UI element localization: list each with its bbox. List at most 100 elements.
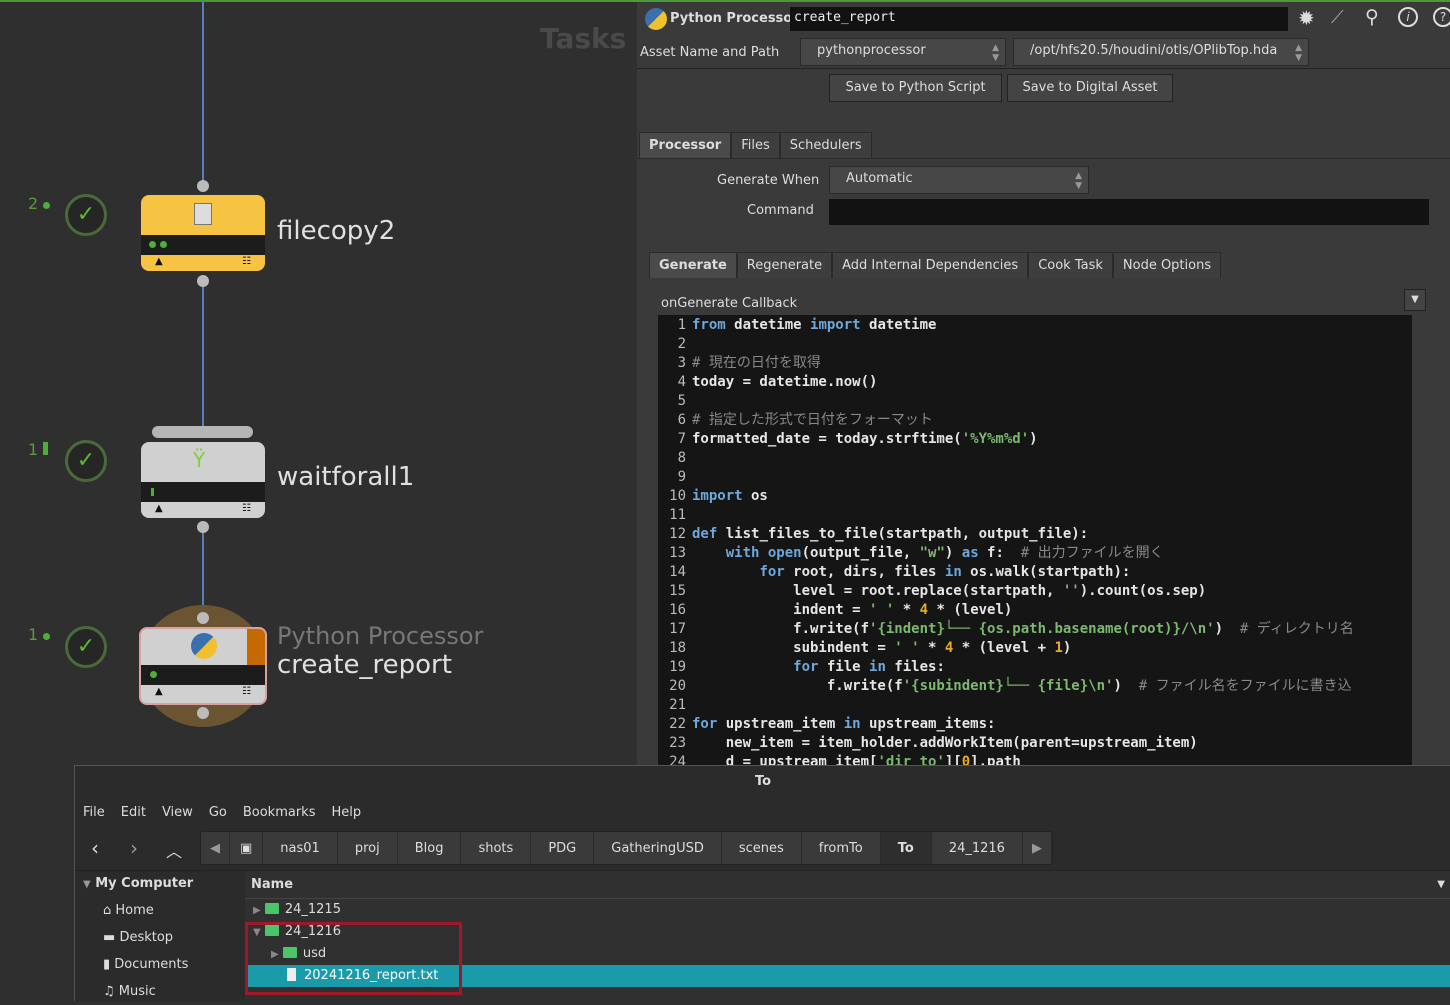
node-filecopy2[interactable]: ▲ ☷ [141, 195, 265, 271]
menu-bookmarks[interactable]: Bookmarks [243, 805, 316, 820]
breadcrumb-proj[interactable]: proj [337, 832, 398, 864]
asset-name-select[interactable]: pythonprocessor ▲ ▼ [800, 38, 1006, 66]
menu-view[interactable]: View [162, 805, 193, 820]
sidebar-item-documents[interactable]: ▮ Documents [83, 951, 243, 978]
save-python-script-button[interactable]: Save to Python Script [829, 74, 1002, 102]
code-line[interactable]: 17 f.write(f'{indent}└── {os.path.basena… [658, 620, 1412, 639]
node-label[interactable]: create_report [277, 650, 452, 680]
code-line[interactable]: 4 today = datetime.now() [658, 373, 1412, 392]
line-number: 1 [677, 317, 686, 333]
list-item[interactable]: ▶ 24_1215 [245, 899, 1450, 921]
breadcrumb-fromto[interactable]: fromTo [801, 832, 881, 864]
code-line[interactable]: 18 subindent = ' ' * 4 * (level + 1) [658, 639, 1412, 658]
wire [202, 2, 204, 182]
scroll-right-icon[interactable]: ▶ [1022, 832, 1052, 864]
code-text: for file in files: [793, 659, 945, 675]
output-port[interactable] [197, 707, 209, 719]
code-line[interactable]: 24 d = upstream_item['dir_to'][0].path [658, 753, 1412, 765]
tab-regenerate[interactable]: Regenerate [736, 252, 833, 278]
node-create-report[interactable]: ▲ ☷ [139, 627, 267, 705]
code-line[interactable]: 9 [658, 468, 1412, 487]
input-port[interactable] [197, 180, 209, 192]
node-name-input[interactable]: create_report [790, 7, 1288, 31]
node-type: Python Processor [670, 11, 799, 26]
callback-menu-button[interactable]: ▼ [1404, 289, 1426, 311]
code-line[interactable]: 6 # 指定した形式で日付をフォーマット [658, 411, 1412, 430]
node-waitforall1[interactable]: Ÿ ▲ ☷ [141, 442, 265, 518]
tab-files[interactable]: Files [731, 132, 780, 158]
sidebar-header[interactable]: ▼ My Computer [83, 870, 243, 897]
highlight-box [245, 922, 462, 995]
code-line[interactable]: 19 for file in files: [658, 658, 1412, 677]
menu-edit[interactable]: Edit [121, 805, 146, 820]
search-icon[interactable]: ⚲ [1365, 6, 1379, 28]
code-line[interactable]: 21 [658, 696, 1412, 715]
tab-node-options[interactable]: Node Options [1112, 252, 1222, 278]
code-text: with open(output_file, "w") as f: # 出力ファ… [725, 545, 1164, 561]
line-number: 20 [669, 678, 686, 694]
code-line[interactable]: 8 [658, 449, 1412, 468]
line-number: 10 [669, 488, 686, 504]
menu-help[interactable]: Help [331, 805, 361, 820]
tab-schedulers[interactable]: Schedulers [779, 132, 872, 158]
line-number: 7 [677, 431, 686, 447]
code-line[interactable]: 12 def list_files_to_file(startpath, outp… [658, 525, 1412, 544]
cooked-check-icon: ✓ [65, 194, 107, 236]
code-line[interactable]: 15 level = root.replace(startpath, '').c… [658, 582, 1412, 601]
tab-cook-task[interactable]: Cook Task [1028, 252, 1113, 278]
menu-file[interactable]: File [83, 805, 105, 820]
command-input[interactable] [829, 199, 1429, 225]
info-icon[interactable]: i [1398, 7, 1418, 27]
breadcrumb-pdg[interactable]: PDG [531, 832, 595, 864]
breadcrumb-scenes[interactable]: scenes [721, 832, 802, 864]
generate-when-select[interactable]: Automatic ▲ ▼ [829, 166, 1089, 194]
sidebar-item-desktop[interactable]: ▬ Desktop [83, 924, 243, 951]
breadcrumb-to[interactable]: To [880, 832, 932, 864]
python-icon[interactable] [645, 8, 667, 30]
code-line[interactable]: 3 # 現在の日付を取得 [658, 354, 1412, 373]
forward-icon[interactable]: › [130, 836, 138, 860]
node-label[interactable]: filecopy2 [277, 216, 395, 246]
code-line[interactable]: 5 [658, 392, 1412, 411]
code-line[interactable]: 20 f.write(f'{subindent}└── {file}\n') #… [658, 677, 1412, 696]
wire [202, 287, 204, 427]
tab-add-internal-dependencies[interactable]: Add Internal Dependencies [832, 252, 1029, 278]
input-port[interactable] [197, 612, 209, 624]
scroll-left-icon[interactable]: ◀ [201, 832, 230, 864]
gear-icon[interactable]: ✹ [1298, 6, 1315, 30]
tab-generate[interactable]: Generate [649, 252, 737, 278]
code-line[interactable]: 22 for upstream_item in upstream_items: [658, 715, 1412, 734]
code-line[interactable]: 14 for root, dirs, files in os.walk(star… [658, 563, 1412, 582]
tab-processor[interactable]: Processor [639, 132, 732, 158]
code-text: import os [692, 488, 768, 504]
node-label[interactable]: waitforall1 [277, 462, 414, 492]
sidebar-item-home[interactable]: ⌂ Home [83, 897, 243, 924]
up-icon[interactable]: ︿ [166, 838, 182, 862]
breadcrumb-nas01[interactable]: nas01 [263, 832, 338, 864]
code-line[interactable]: 10 import os [658, 487, 1412, 506]
code-line[interactable]: 23 new_item = item_holder.addWorkItem(pa… [658, 734, 1412, 753]
breadcrumb-24_1216[interactable]: 24_1216 [931, 832, 1023, 864]
code-line[interactable]: 16 indent = ' ' * 4 * (level) [658, 601, 1412, 620]
column-name[interactable]: Name ▼ [245, 871, 1450, 899]
code-line[interactable]: 7 formatted_date = today.strftime('%Y%m%d… [658, 430, 1412, 449]
asset-path-select[interactable]: /opt/hfs20.5/houdini/otls/OPlibTop.hda ▲ ▼ [1013, 38, 1309, 66]
menu-go[interactable]: Go [209, 805, 227, 820]
breadcrumb-shots[interactable]: shots [461, 832, 532, 864]
music-icon: ♫ [103, 984, 115, 999]
help-icon[interactable]: ? [1433, 7, 1450, 27]
brush-icon[interactable]: ⟋ [1331, 7, 1344, 28]
code-line[interactable]: 11 [658, 506, 1412, 525]
code-line[interactable]: 13 with open(output_file, "w") as f: # 出… [658, 544, 1412, 563]
code-text: # 現在の日付を取得 [692, 355, 821, 371]
breadcrumb-blog[interactable]: Blog [397, 832, 462, 864]
breadcrumb-gatheringusd[interactable]: GatheringUSD [594, 832, 722, 864]
code-line[interactable]: 2 [658, 335, 1412, 354]
code-editor[interactable]: 1 from datetime import datetime 2 3 # 現在の日付を… [658, 315, 1412, 765]
save-digital-asset-button[interactable]: Save to Digital Asset [1007, 74, 1173, 102]
output-port[interactable] [197, 521, 209, 533]
output-port[interactable] [197, 275, 209, 287]
back-icon[interactable]: ‹ [91, 836, 99, 860]
code-line[interactable]: 1 from datetime import datetime [658, 316, 1412, 335]
drive-icon[interactable]: ▣ [230, 832, 264, 864]
